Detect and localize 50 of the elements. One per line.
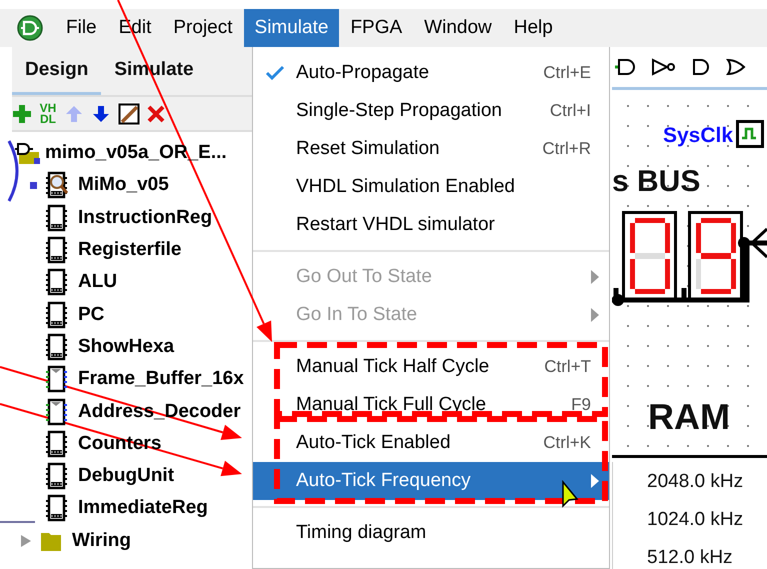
menu-item[interactable]: Auto-Tick Enabled Ctrl+K [253,424,609,462]
menu-title[interactable]: Window [413,9,503,47]
menu-title[interactable]: Simulate [244,9,340,47]
menu-item[interactable]: Timing diagram [253,514,609,552]
delete-icon[interactable] [147,104,165,122]
menu-item[interactable]: Single-Step Propagation Ctrl+I [253,92,609,130]
clock-icon [736,120,764,148]
cursor-icon [562,480,578,508]
add-icon[interactable] [12,104,32,124]
menu-item[interactable]: Restart VHDL simulator [253,206,609,244]
bus-label: s BUS [612,165,700,199]
project-icon [15,141,41,166]
menu-item[interactable]: Auto-Tick Frequency [253,462,609,500]
menu-item[interactable]: 2048.0 kHz [613,463,767,501]
tree-item[interactable]: Frame_Buffer_16x [12,363,252,396]
tree-item[interactable]: ShowHexa [12,330,252,364]
menu-item[interactable]: Manual Tick Half Cycle Ctrl+T [253,348,609,386]
menu-title[interactable]: FPGA [339,9,414,47]
and-gate-icon [691,57,711,77]
submenu-arrow-icon [591,474,599,488]
or-gate-icon [725,57,747,77]
and-gate-icon [615,57,637,77]
not-gate-icon [651,57,677,77]
tree-item[interactable]: ALU [12,266,252,298]
bracket-mark [8,140,18,202]
expand-arrow-icon [20,534,32,548]
tree-item[interactable]: PC [12,298,252,331]
ram-label: RAM [648,396,730,438]
edit-appearance-icon[interactable] [118,102,140,124]
menu-title[interactable]: Project [162,9,244,47]
tree-item[interactable]: MiMo_v05 [12,169,252,202]
tree-item[interactable]: ImmediateReg [12,492,252,525]
check-icon [265,65,285,81]
submenu-arrow-icon [591,270,599,284]
tree-item[interactable]: Registerfile [12,234,252,266]
clock-label: SysClk [663,124,734,148]
down-arrow-icon[interactable] [91,104,111,124]
tree-item[interactable]: Wiring [12,524,252,557]
menu-item[interactable]: VHDL Simulation Enabled [253,168,609,206]
menu-item[interactable]: Reset Simulation Ctrl+R [253,130,609,168]
tree-item[interactable]: DebugUnit [12,460,252,492]
menu-title[interactable]: Help [502,9,564,47]
menu-title[interactable]: File [55,9,108,47]
menu-item[interactable]: Manual Tick Full Cycle F9 [253,386,609,424]
menu-item[interactable]: Auto-Propagate Ctrl+E [253,54,609,92]
menu-item[interactable]: 512.0 kHz [613,539,767,569]
submenu-arrow-icon [591,308,599,322]
tree-item[interactable]: InstructionReg [12,202,252,234]
menu-item[interactable]: 1024.0 kHz [613,501,767,539]
logo-icon [17,15,43,41]
